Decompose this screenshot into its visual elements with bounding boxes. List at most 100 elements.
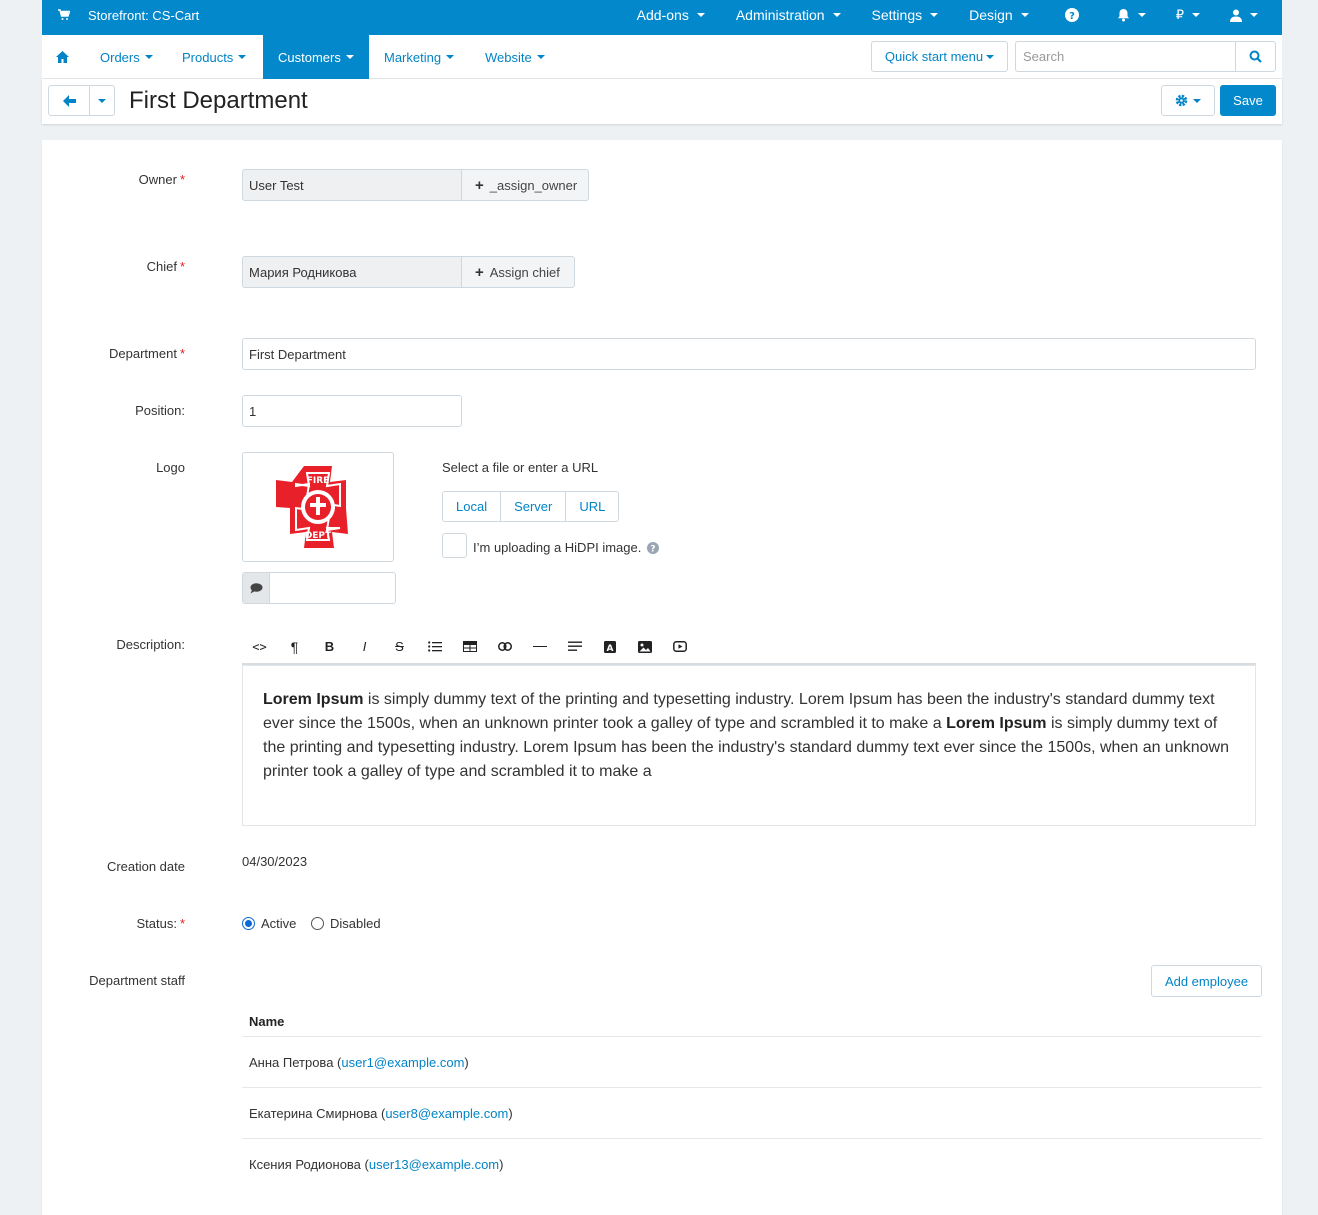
caret-down-icon bbox=[446, 55, 455, 59]
storefront-link[interactable]: Storefront: CS-Cart bbox=[58, 0, 199, 30]
menu-settings[interactable]: Settings bbox=[872, 7, 939, 23]
caret-down-icon bbox=[536, 55, 545, 59]
search-button[interactable] bbox=[1235, 41, 1276, 72]
menu-administration[interactable]: Administration bbox=[736, 7, 841, 23]
bold-icon[interactable]: B bbox=[312, 630, 347, 663]
hidpi-checkbox[interactable] bbox=[442, 533, 467, 558]
caret-down-icon bbox=[1137, 13, 1146, 17]
nav-customers-label: Customers bbox=[278, 49, 341, 65]
department-input[interactable]: First Department bbox=[242, 338, 1256, 370]
currency-label: ₽ bbox=[1175, 7, 1184, 22]
position-label: Position: bbox=[135, 403, 185, 418]
save-button[interactable]: Save bbox=[1220, 85, 1276, 116]
plus-icon: + bbox=[475, 176, 484, 194]
menu-design[interactable]: Design bbox=[969, 7, 1029, 23]
caret-down-icon bbox=[345, 55, 354, 59]
staff-email-link[interactable]: user1@example.com bbox=[341, 1055, 464, 1070]
video-icon[interactable] bbox=[662, 630, 697, 663]
nav-customers[interactable]: Customers bbox=[263, 35, 369, 79]
menu-addons-label: Add-ons bbox=[636, 7, 689, 23]
staff-email-link[interactable]: user13@example.com bbox=[369, 1157, 499, 1172]
nav-website-label: Website bbox=[485, 49, 532, 65]
staff-name: Анна Петрова bbox=[249, 1054, 334, 1070]
status-label: Status: * bbox=[136, 916, 185, 931]
owner-field: User Test bbox=[242, 169, 462, 201]
svg-text:DEPT: DEPT bbox=[305, 531, 332, 541]
add-employee-button[interactable]: Add employee bbox=[1151, 965, 1262, 997]
image-icon[interactable] bbox=[627, 630, 662, 663]
status-disabled-option[interactable]: Disabled bbox=[311, 916, 381, 931]
source-server-button[interactable]: Server bbox=[501, 492, 567, 521]
caret-down-icon bbox=[1192, 13, 1200, 17]
position-input[interactable]: 1 bbox=[242, 395, 462, 427]
department-staff-label: Department staff bbox=[89, 973, 185, 988]
strikethrough-icon[interactable]: S bbox=[382, 630, 417, 663]
table-row: Екатерина Смирнова (user8@example.com) bbox=[242, 1088, 1262, 1139]
quick-start-menu-button[interactable]: Quick start menu bbox=[871, 41, 1008, 72]
logo-alt-text[interactable] bbox=[242, 572, 396, 604]
status-active-option[interactable]: Active bbox=[242, 916, 296, 931]
nav-orders[interactable]: Orders bbox=[100, 35, 153, 79]
table-icon[interactable] bbox=[452, 630, 487, 663]
menu-design-label: Design bbox=[969, 7, 1013, 23]
nav-home[interactable] bbox=[56, 35, 72, 79]
link-icon[interactable] bbox=[487, 630, 522, 663]
caret-down-icon bbox=[144, 55, 153, 59]
staff-email-link[interactable]: user8@example.com bbox=[385, 1106, 508, 1121]
back-history-dropdown[interactable] bbox=[89, 85, 115, 116]
caret-down-icon bbox=[238, 55, 247, 59]
assign-owner-button[interactable]: + _assign_owner bbox=[462, 169, 589, 201]
description-label: Description: bbox=[116, 637, 185, 652]
source-local-button[interactable]: Local bbox=[443, 492, 502, 521]
gear-icon bbox=[1175, 94, 1188, 107]
nav-products[interactable]: Products bbox=[182, 35, 247, 79]
currency-button[interactable]: ₽ bbox=[1176, 7, 1200, 23]
quick-start-label: Quick start menu bbox=[884, 49, 984, 64]
back-button[interactable] bbox=[48, 85, 90, 116]
hidpi-label: I’m uploading a HiDPI image. ? bbox=[473, 540, 660, 555]
nav-marketing[interactable]: Marketing bbox=[384, 35, 455, 79]
chief-field: Мария Родникова bbox=[242, 256, 462, 288]
search-placeholder: Search bbox=[1023, 49, 1065, 64]
settings-dropdown-button[interactable] bbox=[1161, 85, 1215, 116]
caret-down-icon bbox=[930, 13, 939, 17]
italic-icon[interactable]: I bbox=[347, 630, 382, 663]
font-color-icon[interactable]: A bbox=[592, 630, 627, 663]
cart-icon bbox=[58, 9, 70, 20]
bell-icon bbox=[1117, 9, 1129, 22]
caret-down-icon bbox=[696, 13, 705, 17]
nav-products-label: Products bbox=[182, 49, 234, 65]
code-view-icon[interactable]: <> bbox=[242, 630, 277, 663]
table-row: Ксения Родионова (user13@example.com) bbox=[249, 1157, 504, 1172]
list-icon[interactable] bbox=[417, 630, 452, 663]
logo-alt-input[interactable] bbox=[270, 573, 395, 603]
notifications-button[interactable] bbox=[1117, 8, 1146, 22]
search-input[interactable]: Search bbox=[1015, 41, 1236, 72]
department-form: Owner * User Test + _assign_owner Chief * М… bbox=[42, 140, 1282, 1215]
source-url-button[interactable]: URL bbox=[566, 492, 618, 521]
user-menu-button[interactable] bbox=[1230, 9, 1258, 22]
svg-text:A: A bbox=[606, 644, 613, 653]
menu-addons[interactable]: Add-ons bbox=[637, 7, 705, 23]
owner-label: Owner * bbox=[138, 172, 185, 187]
horizontal-rule-icon[interactable] bbox=[522, 630, 557, 663]
status-active-radio[interactable] bbox=[242, 917, 255, 930]
caret-down-icon bbox=[986, 54, 995, 59]
help-button[interactable]: ? bbox=[1064, 8, 1079, 22]
menu-settings-label: Settings bbox=[871, 7, 923, 23]
align-icon[interactable] bbox=[557, 630, 592, 663]
hidpi-label-text: I’m uploading a HiDPI image. bbox=[473, 540, 642, 555]
caret-down-icon bbox=[1250, 13, 1258, 17]
help-icon: ? bbox=[1064, 8, 1079, 22]
creation-date-label: Creation date bbox=[106, 859, 185, 874]
assign-chief-button[interactable]: + Assign chief bbox=[462, 256, 575, 288]
nav-website[interactable]: Website bbox=[485, 35, 545, 79]
paragraph-icon[interactable]: ¶ bbox=[277, 630, 312, 663]
status-disabled-radio[interactable] bbox=[311, 917, 324, 930]
description-editor[interactable]: Lorem Ipsum is simply dummy text of the … bbox=[242, 665, 1256, 826]
status-disabled-label: Disabled bbox=[330, 916, 381, 931]
editor-toolbar: <> ¶ B I S A bbox=[242, 630, 1256, 665]
top-bar: Storefront: CS-Cart Add-ons Administrati… bbox=[42, 0, 1282, 35]
logo-preview[interactable]: FIRE DEPT bbox=[242, 452, 394, 562]
help-icon[interactable]: ? bbox=[647, 541, 660, 554]
